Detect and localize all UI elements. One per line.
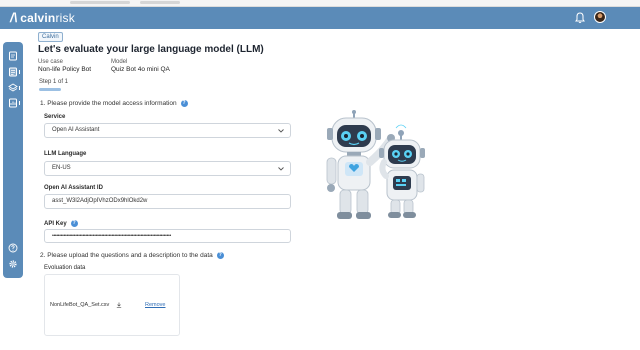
api-key-label-row: API Key ? <box>44 220 78 227</box>
remove-file-link[interactable]: Remove <box>145 302 165 308</box>
assistant-id-value: asst_W3l2AdjOpIVhzODx9hlOkd2w <box>52 198 148 204</box>
service-label: Service <box>44 114 66 120</box>
step-progress-bar <box>39 88 61 91</box>
model-value: Quiz Bot 4o mini QA <box>111 66 170 73</box>
service-select[interactable]: Open AI Assistant <box>44 123 291 138</box>
browser-tab-hint <box>140 1 180 4</box>
document-icon[interactable] <box>8 51 18 61</box>
use-case-label: Use case <box>38 59 64 65</box>
section-upload: 2. Please upload the questions and a des… <box>40 252 224 259</box>
avatar[interactable] <box>594 11 606 23</box>
step-indicator: Step 1 of 1 <box>39 79 69 85</box>
info-icon[interactable]: ? <box>180 100 188 107</box>
service-value: Open AI Assistant <box>52 127 100 133</box>
logo-mark: /\ <box>10 10 18 25</box>
section-title: 1. Please provide the model access infor… <box>40 100 177 107</box>
language-value: EN-US <box>52 165 71 171</box>
layers-icon[interactable] <box>8 83 18 93</box>
browser-chrome <box>0 0 640 7</box>
upload-label: Evoluation data <box>44 265 86 271</box>
api-key-input[interactable]: ••••••••••••••••••••••••••••••••••••••••… <box>44 229 291 243</box>
settings-icon[interactable] <box>8 259 18 269</box>
sidebar-indicator <box>19 70 20 74</box>
language-select[interactable]: EN-US <box>44 161 291 176</box>
chevron-down-icon <box>278 167 284 171</box>
download-icon[interactable] <box>116 302 122 308</box>
use-case-value: Non-life Policy Bot <box>38 66 92 73</box>
api-key-value: ••••••••••••••••••••••••••••••••••••••••… <box>52 233 171 239</box>
page-title: Let's evaluate your large language model… <box>38 44 264 55</box>
sidebar-indicator <box>19 101 20 105</box>
section-title: 2. Please upload the questions and a des… <box>40 252 213 259</box>
chevron-down-icon <box>278 129 284 133</box>
top-navigation-bar: /\ calvinrisk <box>0 7 640 29</box>
info-icon[interactable]: ? <box>216 252 224 259</box>
browser-tab-hint <box>70 1 130 4</box>
logo-text: calvinrisk <box>20 11 75 25</box>
help-icon[interactable] <box>8 243 18 253</box>
assistant-id-label: Open AI Assistant ID <box>44 185 103 191</box>
chart-icon[interactable] <box>8 98 18 108</box>
info-icon[interactable]: ? <box>70 220 78 227</box>
section-model-access: 1. Please provide the model access infor… <box>40 100 188 107</box>
robots-illustration <box>326 110 425 219</box>
sidebar-indicator <box>19 86 20 90</box>
app-logo[interactable]: /\ calvinrisk <box>10 10 75 26</box>
assistant-id-input[interactable]: asst_W3l2AdjOpIVhzODx9hlOkd2w <box>44 194 291 209</box>
notes-icon[interactable] <box>8 67 18 77</box>
language-label: LLM Language <box>44 151 87 157</box>
breadcrumb[interactable]: Calvin <box>38 32 63 42</box>
sidebar <box>3 42 23 278</box>
api-key-label: API Key <box>44 220 67 227</box>
bell-icon[interactable] <box>575 12 585 24</box>
model-label: Model <box>111 59 128 65</box>
uploaded-file-name: NonLifeBot_QA_Set.csv <box>50 302 110 308</box>
